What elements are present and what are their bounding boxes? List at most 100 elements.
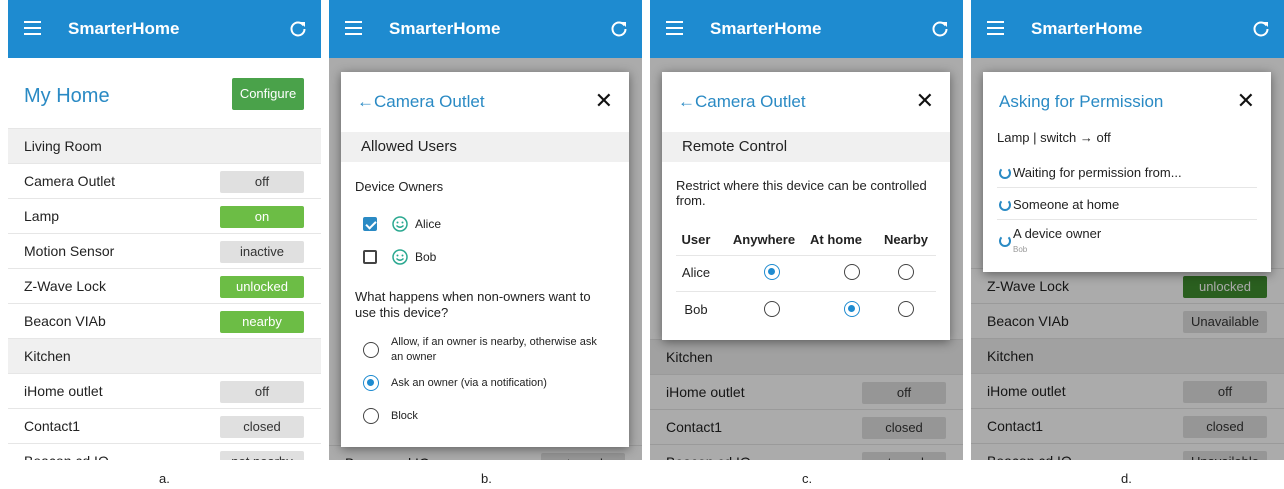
app-bar: SmarterHome [650, 0, 963, 58]
device-row[interactable]: Beacon VIAb nearby [8, 303, 321, 338]
figure-caption: b. [481, 471, 492, 486]
loading-spinner-icon [999, 199, 1011, 211]
allowed-users-dialog: ←Camera Outlet ✕ Allowed Users Device Ow… [341, 72, 629, 447]
device-name: iHome outlet [24, 383, 103, 399]
column-header: User [681, 232, 711, 247]
figure-caption: d. [1121, 471, 1132, 486]
divider [676, 255, 936, 256]
dialog-title[interactable]: ←Camera Outlet [357, 92, 485, 112]
option-radio-block[interactable] [363, 408, 379, 424]
refresh-icon[interactable] [1252, 20, 1270, 38]
app-title: SmarterHome [1031, 19, 1143, 38]
remote-radio-bob-nearby[interactable] [898, 301, 914, 317]
refresh-icon[interactable] [289, 20, 307, 38]
permission-status: A device owner [1013, 226, 1102, 241]
device-row[interactable]: Motion Sensor inactive [8, 233, 321, 268]
remote-radio-alice-nearby[interactable] [898, 264, 914, 280]
device-list: Living Room Camera Outlet off Lamp on Motion … [8, 128, 321, 460]
figure-caption: c. [802, 471, 813, 486]
loading-spinner-icon [999, 235, 1011, 247]
column-header: Nearby [883, 232, 929, 247]
divider [997, 187, 1257, 188]
remote-radio-alice-anywhere[interactable] [764, 264, 780, 280]
configure-button[interactable]: Configure [232, 78, 304, 110]
user-smiley-icon [392, 216, 408, 232]
owner-checkbox-alice[interactable] [363, 217, 377, 231]
section-header: Allowed Users [341, 132, 629, 162]
request-summary: Lamp | switch → off [997, 130, 1111, 145]
device-name: Z-Wave Lock [24, 278, 106, 294]
owners-heading: Device Owners [355, 179, 444, 194]
device-state-button[interactable]: closed [220, 416, 304, 438]
device-state-button[interactable]: off [220, 171, 304, 193]
divider [997, 219, 1257, 220]
device-name: Contact1 [24, 418, 81, 434]
device-row[interactable]: Z-Wave Lock unlocked [8, 268, 321, 303]
close-icon[interactable]: ✕ [916, 90, 934, 112]
remote-radio-bob-anywhere[interactable] [764, 301, 780, 317]
refresh-icon[interactable] [931, 20, 949, 38]
page-title: My Home [24, 85, 110, 107]
row-user: Alice [681, 265, 711, 280]
screen-d: SmarterHome Z-Wave Lock unlocked Beacon VI… [971, 0, 1284, 460]
refresh-icon[interactable] [610, 20, 628, 38]
device-state-button[interactable]: off [220, 381, 304, 403]
screen-a: SmarterHome My Home Configure Living Roo… [8, 0, 321, 460]
device-name: Lamp [24, 208, 60, 224]
room-section-header: Kitchen [8, 338, 321, 373]
device-state-button[interactable]: not nearby [220, 451, 304, 460]
device-row[interactable]: Lamp on [8, 198, 321, 233]
column-header: At home [810, 232, 862, 247]
device-row[interactable]: Beacon cd IO not nearby [8, 443, 321, 460]
device-name: Motion Sensor [24, 243, 115, 259]
figure-caption: a. [159, 471, 170, 486]
app-title: SmarterHome [710, 19, 822, 38]
dialog-title: Asking for Permission [999, 92, 1164, 111]
option-label: Ask an owner (via a notification) [391, 377, 547, 389]
remote-control-dialog: ←Camera Outlet ✕ Remote Control Restrict… [662, 72, 950, 340]
remote-radio-alice-athome[interactable] [844, 264, 860, 280]
device-state-button[interactable]: nearby [220, 311, 304, 333]
app-title: SmarterHome [389, 19, 501, 38]
hamburger-menu-icon[interactable] [987, 21, 1004, 35]
app-bar: SmarterHome [971, 0, 1284, 58]
hamburger-menu-icon[interactable] [666, 21, 683, 35]
device-row[interactable]: iHome outlet off [8, 373, 321, 408]
non-owner-question: What happens when non-owners want to use… [355, 289, 591, 320]
device-state-button[interactable]: unlocked [220, 276, 304, 298]
app-bar: SmarterHome [329, 0, 642, 58]
section-header: Remote Control [662, 132, 950, 162]
permission-sub: Bob [1013, 245, 1028, 254]
app-bar: SmarterHome [8, 0, 321, 58]
home-header: My Home Configure [8, 58, 321, 128]
device-name: Beacon cd IO [24, 453, 109, 460]
permission-status: Someone at home [1013, 197, 1120, 212]
room-name: Living Room [24, 138, 102, 154]
remote-description: Restrict where this device can be contro… [676, 178, 927, 208]
permission-dialog: Asking for Permission ✕ Lamp | switch → … [983, 72, 1271, 272]
owner-checkbox-bob[interactable] [363, 250, 377, 264]
room-name: Kitchen [24, 348, 71, 364]
row-user: Bob [684, 302, 708, 317]
device-state-button[interactable]: inactive [220, 241, 304, 263]
close-icon[interactable]: ✕ [1237, 90, 1255, 112]
loading-spinner-icon [999, 167, 1011, 179]
device-state-button[interactable]: on [220, 206, 304, 228]
divider [676, 291, 936, 292]
column-header: Anywhere [732, 232, 796, 247]
device-name: Beacon VIAb [24, 313, 106, 329]
app-title: SmarterHome [68, 19, 180, 38]
remote-radio-bob-athome[interactable] [844, 301, 860, 317]
device-row[interactable]: Camera Outlet off [8, 163, 321, 198]
user-smiley-icon [392, 249, 408, 265]
screen-c: SmarterHome Kitchen iHome outlet off Contac… [650, 0, 963, 460]
hamburger-menu-icon[interactable] [24, 21, 41, 35]
dialog-title[interactable]: ←Camera Outlet [678, 92, 806, 112]
hamburger-menu-icon[interactable] [345, 21, 362, 35]
screen-b: SmarterHome Beacon cd IOnot nearby ←Came… [329, 0, 642, 460]
option-radio-ask[interactable] [363, 375, 379, 391]
close-icon[interactable]: ✕ [595, 90, 613, 112]
device-row[interactable]: Contact1 closed [8, 408, 321, 443]
owner-name: Alice [415, 217, 442, 231]
option-radio-allow[interactable] [363, 342, 379, 358]
